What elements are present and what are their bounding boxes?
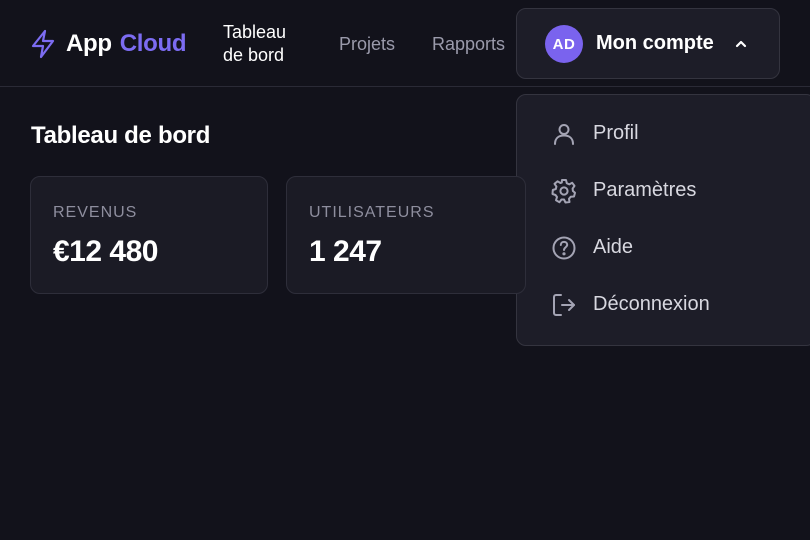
logo-cloud-text: Cloud: [119, 30, 187, 57]
menu-item-label: Déconnexion: [593, 293, 710, 315]
menu-item-label: Paramètres: [593, 179, 697, 201]
chevron-up-icon: [734, 37, 748, 56]
top-navigation-bar: App Cloud Tableau de bord Projets Rapport…: [0, 0, 810, 87]
gear-icon: [551, 178, 577, 204]
avatar: AD: [545, 25, 583, 63]
stat-card-value: 1 247: [309, 235, 382, 268]
stat-card-value: €12 480: [53, 235, 158, 268]
logo-app-text: App: [66, 30, 112, 57]
menu-item-label: Aide: [593, 236, 634, 258]
account-label: Mon compte: [596, 32, 714, 54]
help-icon: [551, 235, 577, 261]
lightning-icon: [30, 29, 56, 59]
stat-card-label: UTILISATEURS: [309, 204, 435, 221]
menu-item-label: Profil: [593, 122, 639, 144]
nav-link-reports[interactable]: Rapports: [432, 33, 505, 56]
logo-text: App Cloud: [66, 30, 187, 58]
account-menu-button[interactable]: AD Mon compte: [516, 8, 780, 79]
menu-item-logout[interactable]: Déconnexion: [517, 280, 810, 330]
nav-link-projects[interactable]: Projets: [339, 33, 395, 56]
logout-icon: [551, 292, 577, 318]
stat-card-label: REVENUS: [53, 204, 138, 221]
page-title: Tableau de bord: [31, 122, 211, 149]
menu-item-help[interactable]: Aide: [517, 223, 810, 273]
stat-card-revenue: REVENUS €12 480: [30, 176, 268, 294]
nav-link-dashboard[interactable]: Tableau de bord: [223, 21, 303, 67]
account-dropdown-menu: Profil Paramètres Aide Déconnexion: [516, 94, 810, 346]
user-icon: [551, 121, 577, 147]
app-logo[interactable]: App Cloud: [30, 29, 187, 59]
stat-card-users: UTILISATEURS 1 247: [286, 176, 526, 294]
menu-item-profile[interactable]: Profil: [517, 109, 810, 159]
menu-item-settings[interactable]: Paramètres: [517, 166, 810, 216]
